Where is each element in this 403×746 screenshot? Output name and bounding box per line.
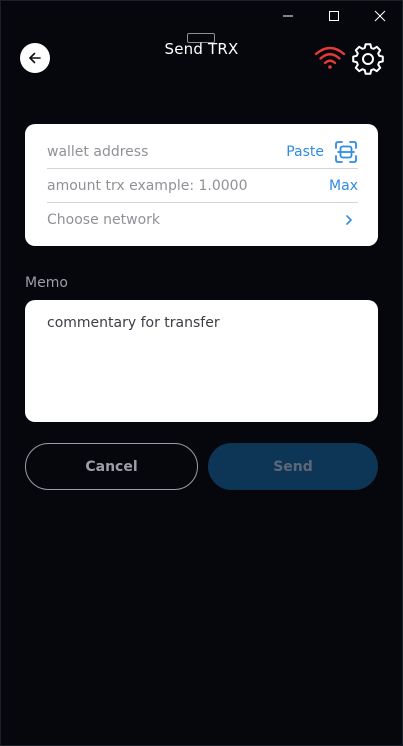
amount-row: amount trx example: 1.0000 Max bbox=[47, 169, 358, 203]
network-select[interactable]: Choose network bbox=[47, 203, 358, 237]
qr-scan-icon bbox=[335, 141, 357, 163]
memo-textarea[interactable]: commentary for transfer bbox=[25, 300, 378, 422]
memo-label: Memo bbox=[25, 275, 68, 291]
chevron-right-icon bbox=[342, 213, 356, 227]
amount-input[interactable]: amount trx example: 1.0000 bbox=[47, 178, 329, 194]
wallet-address-input[interactable]: wallet address bbox=[47, 144, 286, 160]
wifi-icon[interactable] bbox=[314, 45, 346, 71]
network-select-label: Choose network bbox=[47, 212, 160, 228]
minimize-button[interactable] bbox=[265, 0, 311, 32]
gear-icon[interactable] bbox=[352, 43, 384, 75]
maximize-icon bbox=[329, 11, 339, 21]
max-button[interactable]: Max bbox=[329, 178, 358, 194]
qr-scan-button[interactable] bbox=[334, 140, 358, 164]
close-button[interactable] bbox=[357, 0, 403, 32]
close-icon bbox=[374, 10, 386, 22]
send-button[interactable]: Send bbox=[208, 443, 378, 490]
transfer-form-card: wallet address Paste amount trx example:… bbox=[25, 124, 378, 246]
cancel-button[interactable]: Cancel bbox=[25, 443, 198, 490]
minimize-icon bbox=[283, 15, 293, 17]
window-titlebar[interactable] bbox=[0, 0, 403, 32]
maximize-button[interactable] bbox=[311, 0, 357, 32]
wallet-address-row: wallet address Paste bbox=[47, 135, 358, 169]
paste-button[interactable]: Paste bbox=[286, 144, 324, 160]
